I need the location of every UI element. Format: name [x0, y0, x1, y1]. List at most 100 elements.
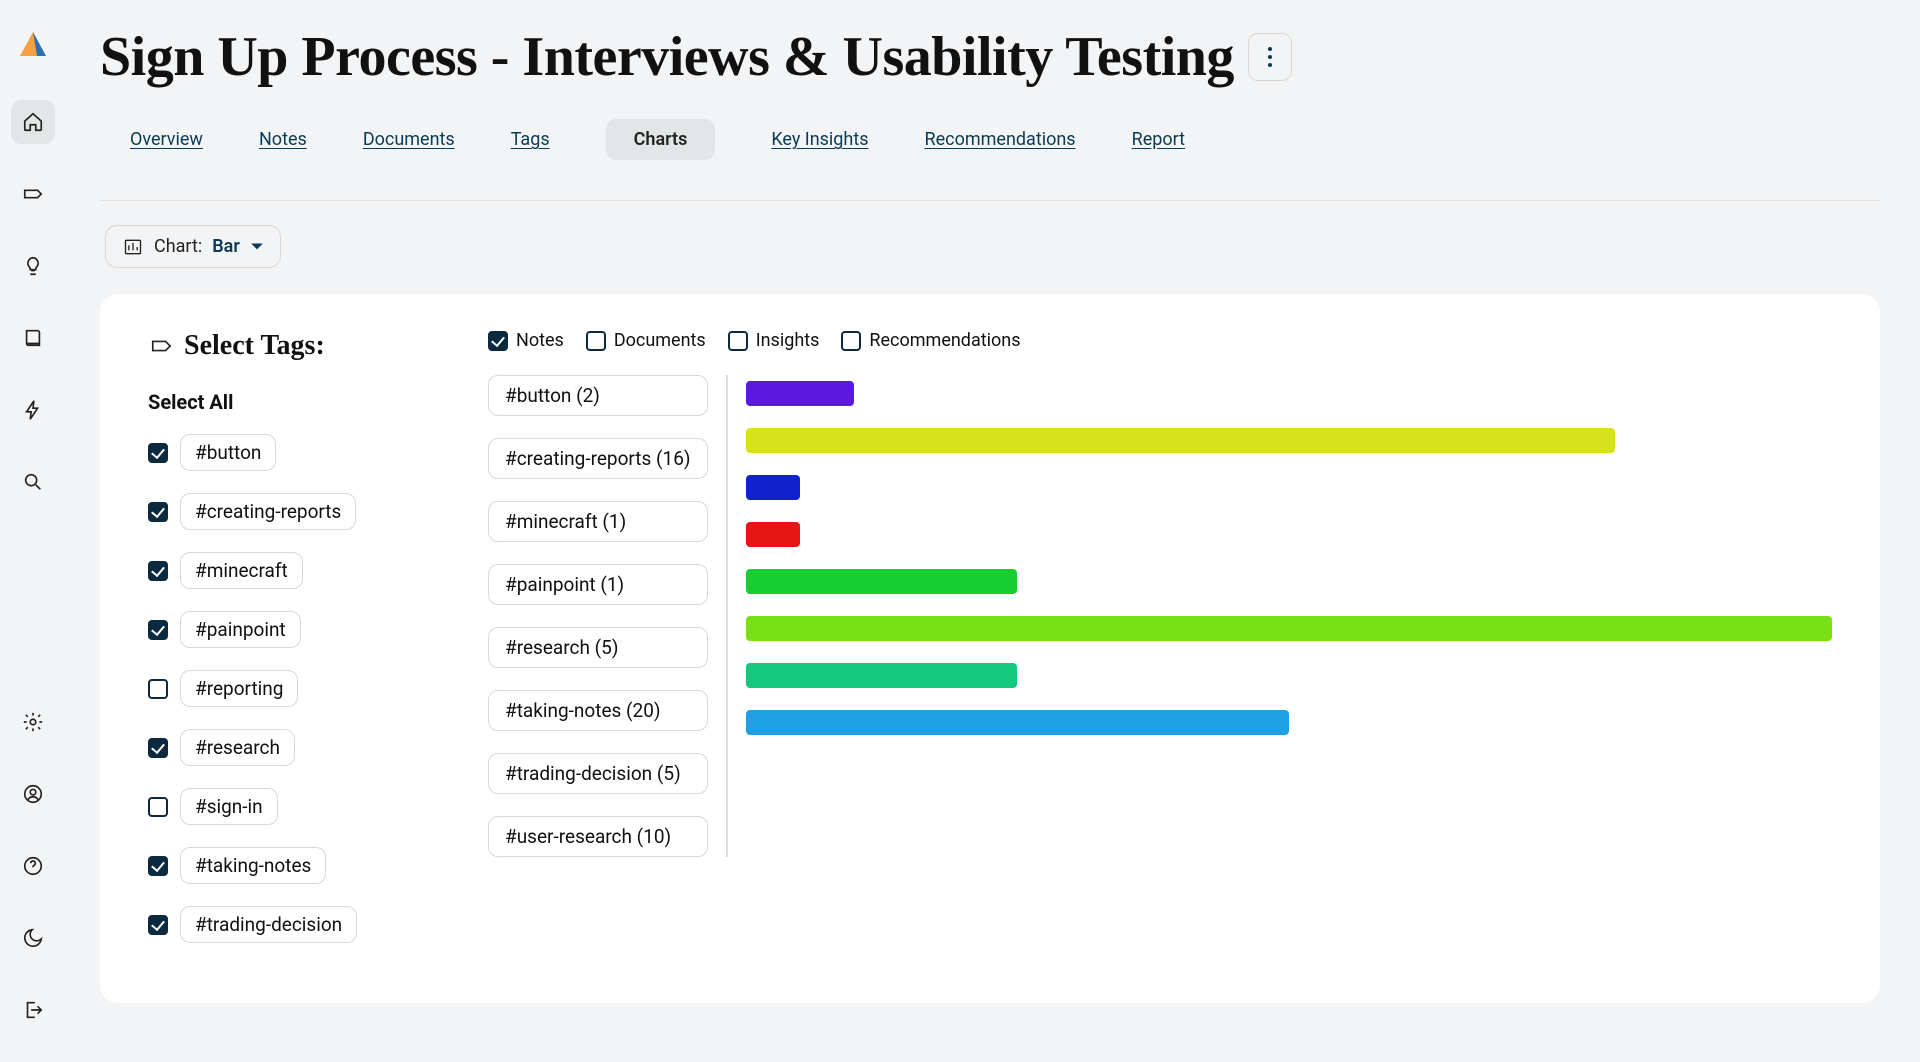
- chart-bar: [746, 428, 1615, 453]
- nav-theme-icon[interactable]: [11, 916, 55, 960]
- caret-down-icon: [250, 240, 264, 254]
- chart-row-label[interactable]: #trading-decision (5): [488, 753, 708, 794]
- chart-type-label: Chart:: [154, 236, 202, 257]
- tag-checkbox[interactable]: [148, 797, 168, 817]
- nav-bolt-icon[interactable]: [11, 388, 55, 432]
- tab-documents[interactable]: Documents: [363, 129, 455, 160]
- tab-charts[interactable]: Charts: [606, 119, 716, 160]
- chart-row-label[interactable]: #user-research (10): [488, 816, 708, 857]
- tag-list: #button #creating-reports #minecraft #painp…: [148, 434, 438, 943]
- chart-bar-track: [746, 381, 1832, 406]
- chart-bars: [746, 375, 1832, 857]
- chart-bar-track: [746, 475, 1832, 500]
- sidebar: [0, 0, 65, 1062]
- tag-chip[interactable]: #painpoint: [180, 611, 301, 648]
- nav-help-icon[interactable]: [11, 844, 55, 888]
- tag-chip[interactable]: #research: [180, 729, 295, 766]
- chart-row-label[interactable]: #taking-notes (20): [488, 690, 708, 731]
- tag-chip[interactable]: #reporting: [180, 670, 298, 707]
- chart-bar-track: [746, 710, 1832, 735]
- chart-row-label[interactable]: #button (2): [488, 375, 708, 416]
- chart-bar: [746, 381, 855, 406]
- tag-checkbox[interactable]: [148, 915, 168, 935]
- tag-row: #painpoint: [148, 611, 438, 648]
- tag-chip[interactable]: #button: [180, 434, 276, 471]
- page-menu-button[interactable]: [1248, 33, 1292, 81]
- tag-row: #research: [148, 729, 438, 766]
- divider: [100, 200, 1880, 201]
- bar-chart: #button (2) #creating-reports (16) #minecr…: [488, 375, 1832, 857]
- filter-label: Documents: [614, 330, 706, 351]
- tab-overview[interactable]: Overview: [130, 129, 203, 160]
- tab-notes[interactable]: Notes: [259, 129, 307, 160]
- tag-checkbox[interactable]: [148, 561, 168, 581]
- nav-book-icon[interactable]: [11, 316, 55, 360]
- chart-bar-track: [746, 428, 1832, 453]
- tag-checkbox[interactable]: [148, 620, 168, 640]
- chart-bar-track: [746, 616, 1832, 641]
- tag-row: #sign-in: [148, 788, 438, 825]
- chart-bar: [746, 569, 1018, 594]
- tag-row: #minecraft: [148, 552, 438, 589]
- chart-bar: [746, 616, 1832, 641]
- tab-tags[interactable]: Tags: [511, 129, 550, 160]
- tag-chip[interactable]: #taking-notes: [180, 847, 326, 884]
- content-filters: Notes Documents Insights Recommendations: [488, 330, 1832, 351]
- tag-outline-icon: [148, 335, 174, 357]
- tag-checkbox[interactable]: [148, 738, 168, 758]
- filter-checkbox[interactable]: [728, 331, 748, 351]
- chart-row-label[interactable]: #creating-reports (16): [488, 438, 708, 479]
- bar-chart-icon: [122, 237, 144, 257]
- tag-chip[interactable]: #trading-decision: [180, 906, 357, 943]
- chart-row-label[interactable]: #painpoint (1): [488, 564, 708, 605]
- tag-row: #reporting: [148, 670, 438, 707]
- chart-bar: [746, 522, 800, 547]
- chart-type-selector[interactable]: Chart: Bar: [105, 225, 281, 268]
- filter-documents[interactable]: Documents: [586, 330, 706, 351]
- filter-notes[interactable]: Notes: [488, 330, 564, 351]
- tab-recommendations[interactable]: Recommendations: [925, 129, 1076, 160]
- app-logo: [18, 30, 48, 60]
- tag-checkbox[interactable]: [148, 679, 168, 699]
- nav-idea-icon[interactable]: [11, 244, 55, 288]
- tab-report[interactable]: Report: [1132, 129, 1185, 160]
- filter-label: Notes: [516, 330, 564, 351]
- select-all-button[interactable]: Select All: [148, 390, 438, 414]
- chart-row-label[interactable]: #research (5): [488, 627, 708, 668]
- filter-checkbox[interactable]: [488, 331, 508, 351]
- chart-bar: [746, 663, 1018, 688]
- nav-account-icon[interactable]: [11, 772, 55, 816]
- filter-insights[interactable]: Insights: [728, 330, 820, 351]
- nav-tag-icon[interactable]: [11, 172, 55, 216]
- main: Sign Up Process - Interviews & Usability…: [65, 0, 1920, 1062]
- chart-bar-track: [746, 569, 1832, 594]
- nav-home-icon[interactable]: [11, 100, 55, 144]
- filter-checkbox[interactable]: [586, 331, 606, 351]
- filter-label: Insights: [756, 330, 820, 351]
- filter-recommendations[interactable]: Recommendations: [841, 330, 1020, 351]
- select-tags-heading: Select Tags:: [148, 330, 438, 362]
- tag-chip[interactable]: #creating-reports: [180, 493, 356, 530]
- chart-category-labels: #button (2) #creating-reports (16) #minecr…: [488, 375, 728, 857]
- tag-chip[interactable]: #minecraft: [180, 552, 303, 589]
- chart-type-value: Bar: [212, 236, 240, 257]
- tag-checkbox[interactable]: [148, 502, 168, 522]
- nav-settings-icon[interactable]: [11, 700, 55, 744]
- tag-row: #taking-notes: [148, 847, 438, 884]
- nav-search-icon[interactable]: [11, 460, 55, 504]
- chart-bar: [746, 475, 800, 500]
- filter-checkbox[interactable]: [841, 331, 861, 351]
- chart-row-label[interactable]: #minecraft (1): [488, 501, 708, 542]
- tab-key-insights[interactable]: Key Insights: [771, 129, 868, 160]
- nav-logout-icon[interactable]: [11, 988, 55, 1032]
- chart-bar: [746, 710, 1289, 735]
- select-tags-label: Select Tags:: [184, 330, 325, 362]
- tag-checkbox[interactable]: [148, 443, 168, 463]
- tag-checkbox[interactable]: [148, 856, 168, 876]
- chart-bar-track: [746, 663, 1832, 688]
- page-title: Sign Up Process - Interviews & Usability…: [100, 25, 1234, 89]
- tabs: OverviewNotesDocumentsTagsChartsKey Insi…: [100, 129, 1880, 160]
- tag-row: #trading-decision: [148, 906, 438, 943]
- tag-chip[interactable]: #sign-in: [180, 788, 278, 825]
- chart-panel: Select Tags: Select All #button #creating…: [100, 294, 1880, 1003]
